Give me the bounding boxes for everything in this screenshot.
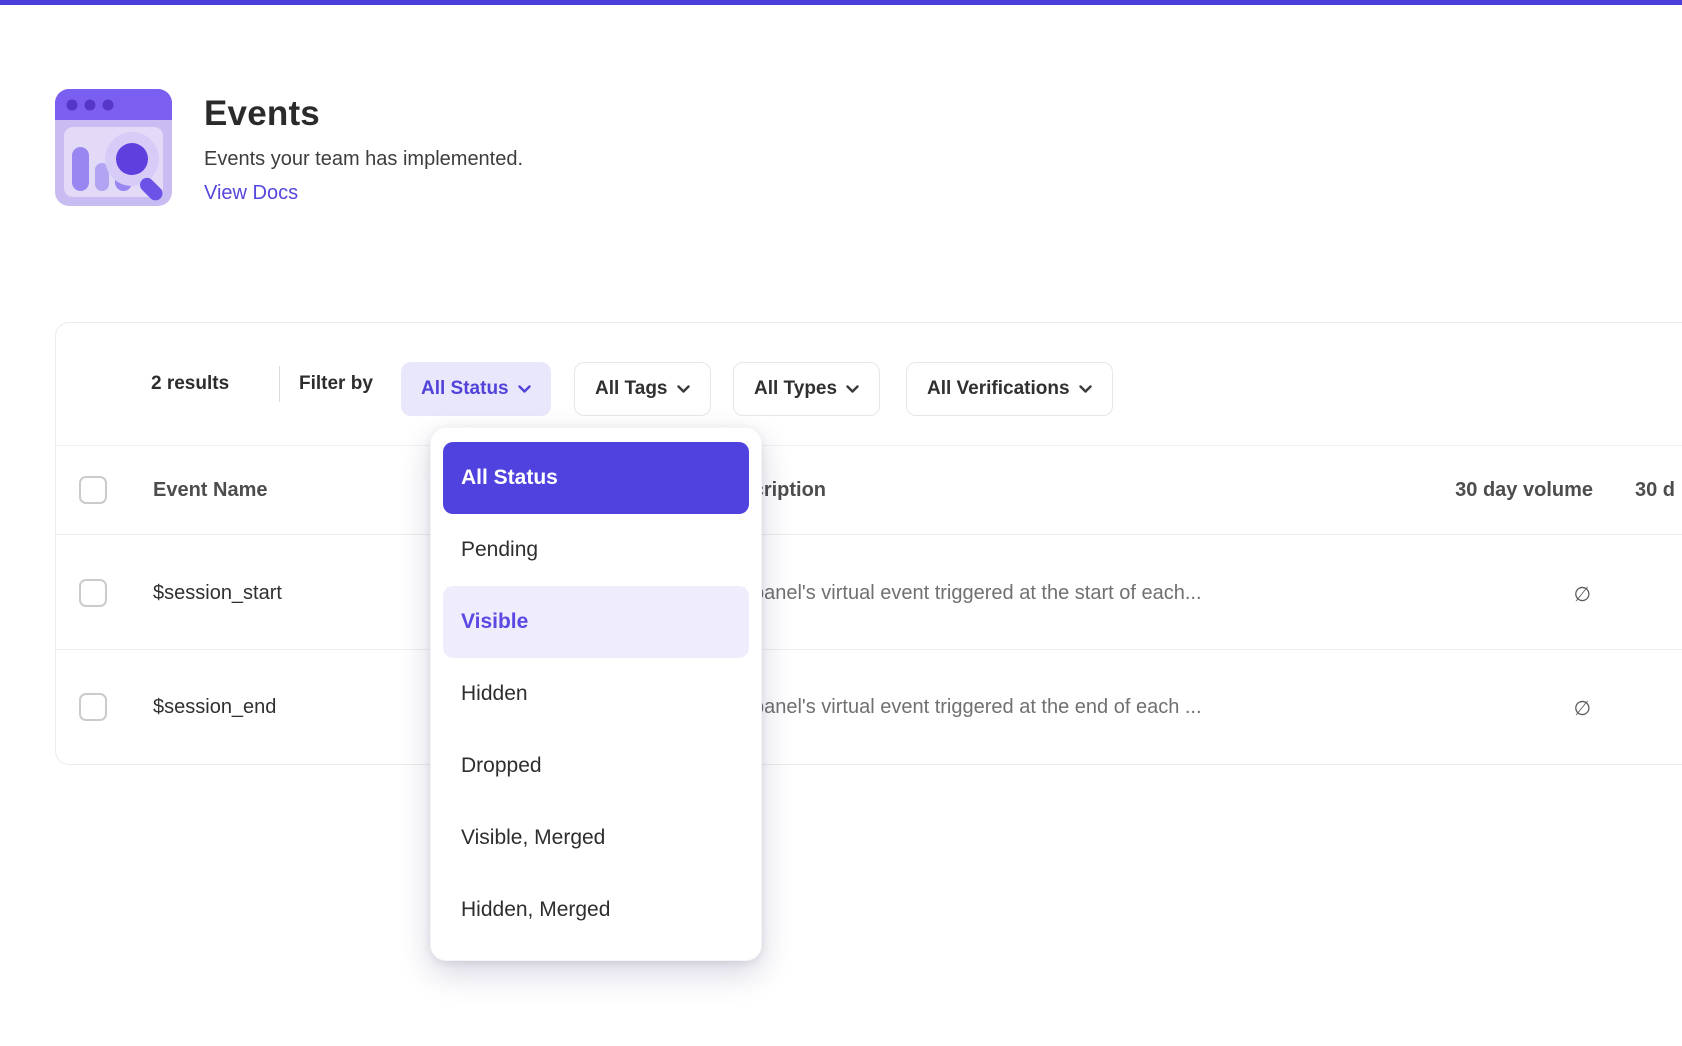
volume-cell: ∅ (1574, 696, 1591, 721)
column-header-event-name: Event Name (153, 479, 268, 502)
column-header-truncated: 30 d (1635, 479, 1682, 502)
event-name-cell[interactable]: $session_start (153, 582, 282, 605)
status-filter-label: All Status (421, 378, 509, 400)
view-docs-link[interactable]: View Docs (204, 182, 298, 205)
table-header-row: Event Name Description 30 day volume 30 … (56, 446, 1682, 534)
menu-item-visible-merged[interactable]: Visible, Merged (443, 802, 749, 874)
chevron-down-icon (677, 385, 690, 394)
page-subtitle: Events your team has implemented. (204, 148, 523, 171)
tags-filter-label: All Tags (595, 378, 668, 400)
event-description-cell: panel's virtual event triggered at the e… (753, 696, 1313, 719)
chevron-down-icon (518, 385, 531, 394)
top-accent-bar (0, 0, 1682, 5)
table-row[interactable]: $session_end panel's virtual event trigg… (56, 650, 1682, 764)
verifications-filter-label: All Verifications (927, 378, 1070, 400)
chevron-down-icon (1079, 385, 1092, 394)
row-checkbox[interactable] (79, 693, 107, 721)
types-filter-label: All Types (754, 378, 837, 400)
status-filter-menu: All Status Pending Visible Hidden Droppe… (430, 427, 762, 961)
select-all-checkbox[interactable] (79, 476, 107, 504)
verifications-filter-button[interactable]: All Verifications (906, 362, 1113, 416)
event-name-cell[interactable]: $session_end (153, 696, 276, 719)
filter-by-label: Filter by (299, 323, 373, 445)
menu-item-hidden-merged[interactable]: Hidden, Merged (443, 874, 749, 946)
column-header-30-day-volume: 30 day volume (1455, 479, 1593, 502)
results-count: 2 results (151, 323, 229, 445)
types-filter-button[interactable]: All Types (733, 362, 880, 416)
page-title: Events (204, 94, 320, 134)
table-row[interactable]: $session_start panel's virtual event tri… (56, 534, 1682, 649)
chevron-down-icon (846, 385, 859, 394)
events-page: Events Events your team has implemented.… (0, 0, 1682, 1046)
events-card: 2 results Filter by All Status All Tags … (55, 322, 1682, 765)
volume-cell: ∅ (1574, 582, 1591, 607)
filter-divider (279, 366, 280, 402)
menu-item-all-status[interactable]: All Status (443, 442, 749, 514)
menu-item-hidden[interactable]: Hidden (443, 658, 749, 730)
menu-item-dropped[interactable]: Dropped (443, 730, 749, 802)
event-description-cell: panel's virtual event triggered at the s… (753, 582, 1313, 605)
menu-item-visible[interactable]: Visible (443, 586, 749, 658)
tags-filter-button[interactable]: All Tags (574, 362, 711, 416)
filter-bar: 2 results Filter by All Status All Tags … (56, 323, 1682, 445)
events-app-icon (55, 89, 172, 206)
menu-item-pending[interactable]: Pending (443, 514, 749, 586)
status-filter-button[interactable]: All Status (401, 362, 551, 416)
row-checkbox[interactable] (79, 579, 107, 607)
